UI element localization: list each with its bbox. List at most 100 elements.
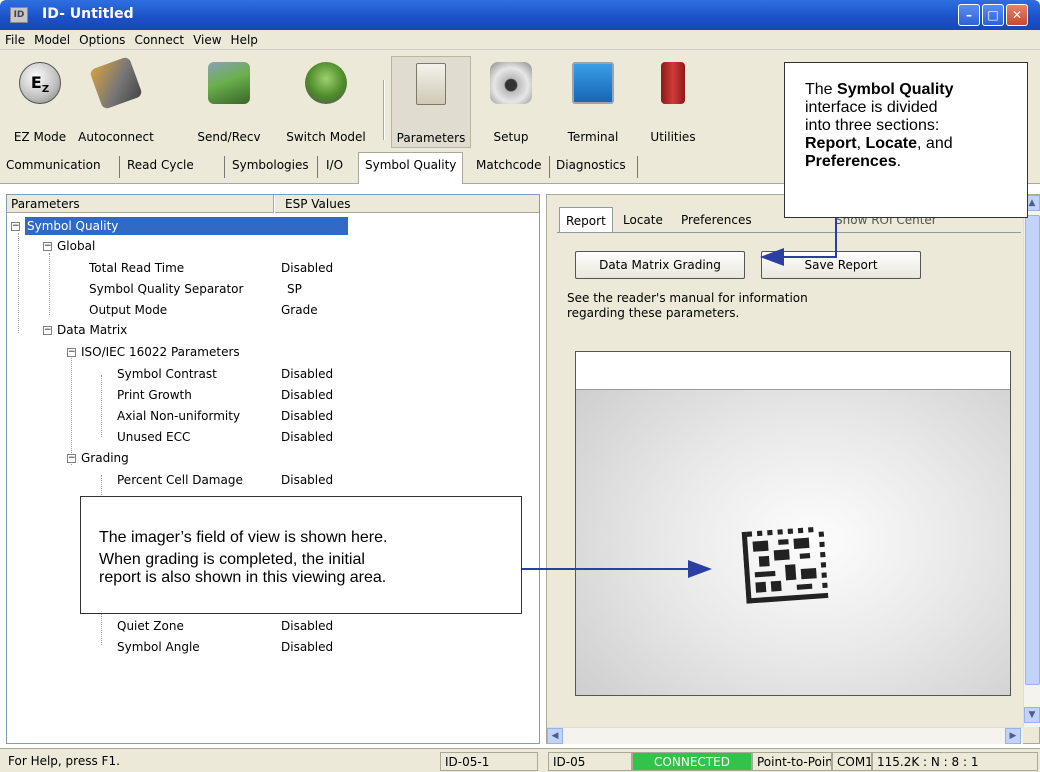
tab-matchcode[interactable]: Matchcode: [476, 158, 542, 172]
field-of-view-display[interactable]: [575, 351, 1011, 696]
ez-mode-icon: EZ: [19, 62, 61, 104]
terminal-icon: [572, 62, 614, 104]
collapse-icon[interactable]: −: [67, 454, 76, 463]
column-divider[interactable]: [273, 195, 275, 213]
info-line: regarding these parameters.: [567, 306, 740, 320]
callout-line: into three sections:: [805, 117, 940, 134]
status-help: For Help, press F1.: [8, 754, 120, 768]
scroll-thumb[interactable]: [1025, 215, 1040, 685]
tree-leaf-symbol-angle[interactable]: Symbol Angle: [117, 638, 200, 658]
send-recv-icon: [208, 62, 250, 104]
status-settings: 115.2K : N : 8 : 1: [872, 752, 1038, 771]
value-print-growth: Disabled: [281, 388, 334, 402]
scroll-right-icon[interactable]: ▶: [1005, 728, 1021, 744]
maximize-button[interactable]: □: [982, 4, 1004, 26]
horizontal-scrollbar[interactable]: ◀ ▶: [547, 727, 1023, 744]
column-parameters[interactable]: Parameters: [11, 197, 80, 211]
tab-baseline: [557, 232, 1021, 233]
callout-field-of-view: The imager’s field of view is shown here…: [80, 496, 522, 614]
value-symbol-angle: Disabled: [281, 640, 334, 654]
minimize-button[interactable]: –: [958, 4, 980, 26]
collapse-icon[interactable]: −: [43, 242, 52, 251]
tab-communication[interactable]: Communication: [6, 158, 101, 172]
collapse-icon[interactable]: −: [11, 222, 20, 231]
parameters-button[interactable]: Parameters: [391, 56, 471, 148]
tree-leaf-percent-cell-damage[interactable]: Percent Cell Damage: [117, 471, 243, 491]
window-title: ID- Untitled: [42, 6, 134, 22]
callout-line: report is also shown in this viewing are…: [99, 569, 387, 586]
tree-leaf-output-mode[interactable]: Output Mode: [89, 301, 167, 321]
tree-line: [101, 375, 102, 437]
tab-separator: [317, 156, 318, 178]
send-recv-button[interactable]: Send/Recv: [196, 56, 262, 148]
collapse-icon[interactable]: −: [43, 326, 52, 335]
tree-leaf-unused-ecc[interactable]: Unused ECC: [117, 428, 190, 448]
autoconnect-button[interactable]: Autoconnect: [76, 56, 156, 148]
symbol-quality-panel: Report Locate Preferences Show ROI Cente…: [546, 194, 1040, 744]
tab-separator: [224, 156, 225, 178]
parameter-tree-panel: Parameters ESP Values − Symbol Quality −…: [6, 194, 540, 744]
scroll-left-icon[interactable]: ◀: [547, 728, 563, 744]
autoconnect-icon: [89, 56, 143, 110]
callout-line: Report, Locate, and: [805, 135, 953, 152]
tab-io[interactable]: I/O: [326, 158, 343, 172]
value-total-read-time: Disabled: [281, 261, 334, 275]
setup-button[interactable]: Setup: [486, 56, 536, 148]
switch-model-button[interactable]: Switch Model: [280, 56, 372, 148]
callout-line: interface is divided: [805, 99, 938, 116]
value-percent-cell-damage: Disabled: [281, 473, 334, 487]
tab-locate[interactable]: Locate: [617, 207, 669, 233]
tree-leaf-quiet-zone[interactable]: Quiet Zone: [117, 617, 184, 637]
close-button[interactable]: ✕: [1006, 4, 1028, 26]
parameters-icon: [416, 63, 446, 105]
tab-diagnostics[interactable]: Diagnostics: [556, 158, 626, 172]
data-matrix-symbol: [741, 527, 829, 604]
value-quiet-zone: Disabled: [281, 619, 334, 633]
tab-report[interactable]: Report: [559, 207, 613, 233]
data-matrix-grading-button[interactable]: Data Matrix Grading: [575, 251, 745, 279]
callout-symbol-quality-sections: The Symbol Quality interface is divided …: [784, 62, 1028, 218]
menu-options[interactable]: Options: [74, 30, 129, 47]
tree-line: [49, 253, 50, 315]
app-icon: ID: [10, 7, 28, 23]
menu-file[interactable]: File: [0, 30, 29, 47]
scroll-down-icon[interactable]: ▼: [1024, 707, 1040, 723]
callout-line: When grading is completed, the initial: [99, 551, 365, 568]
tab-symbologies[interactable]: Symbologies: [232, 158, 309, 172]
tree-line: [18, 233, 19, 333]
callout-line: The imager’s field of view is shown here…: [99, 529, 388, 546]
tree-line: [71, 355, 72, 465]
status-device-1: ID-05-1: [440, 752, 538, 771]
tab-preferences[interactable]: Preferences: [675, 207, 758, 233]
callout-arrow-line: [780, 256, 837, 258]
camera-icon: [490, 62, 532, 104]
menu-bar: File Model Options Connect View Help: [0, 30, 1040, 50]
tab-separator: [637, 156, 638, 178]
value-symbol-contrast: Disabled: [281, 367, 334, 381]
collapse-icon[interactable]: −: [67, 348, 76, 357]
callout-line: Preferences.: [805, 153, 902, 170]
menu-help[interactable]: Help: [226, 30, 262, 47]
tab-read-cycle[interactable]: Read Cycle: [127, 158, 194, 172]
menu-connect[interactable]: Connect: [129, 30, 188, 47]
tab-separator: [549, 156, 550, 178]
arrow-right-icon: [688, 560, 712, 578]
ez-mode-button[interactable]: EZ EZ Mode: [8, 56, 72, 148]
value-unused-ecc: Disabled: [281, 430, 334, 444]
utilities-button[interactable]: Utilities: [648, 56, 698, 148]
switch-model-icon: [305, 62, 347, 104]
info-line: See the reader's manual for information: [567, 291, 808, 305]
title-bar: ID ID- Untitled – □ ✕: [0, 0, 1040, 30]
vertical-scrollbar[interactable]: ▲ ▼: [1023, 195, 1040, 727]
menu-model[interactable]: Model: [29, 30, 74, 47]
tree-leaf-total-read-time[interactable]: Total Read Time: [89, 259, 184, 279]
terminal-button[interactable]: Terminal: [558, 56, 628, 148]
tree-leaf-axial-non-uniformity[interactable]: Axial Non-uniformity: [117, 407, 240, 427]
tab-symbol-quality[interactable]: Symbol Quality: [358, 152, 464, 184]
report-area: [576, 352, 1010, 390]
column-esp-values[interactable]: ESP Values: [285, 197, 350, 211]
menu-view[interactable]: View: [188, 30, 225, 47]
tree-leaf-symbol-contrast[interactable]: Symbol Contrast: [117, 365, 217, 385]
tree-leaf-print-growth[interactable]: Print Growth: [117, 386, 192, 406]
tree-leaf-symbol-quality-separator[interactable]: Symbol Quality Separator: [89, 280, 243, 300]
